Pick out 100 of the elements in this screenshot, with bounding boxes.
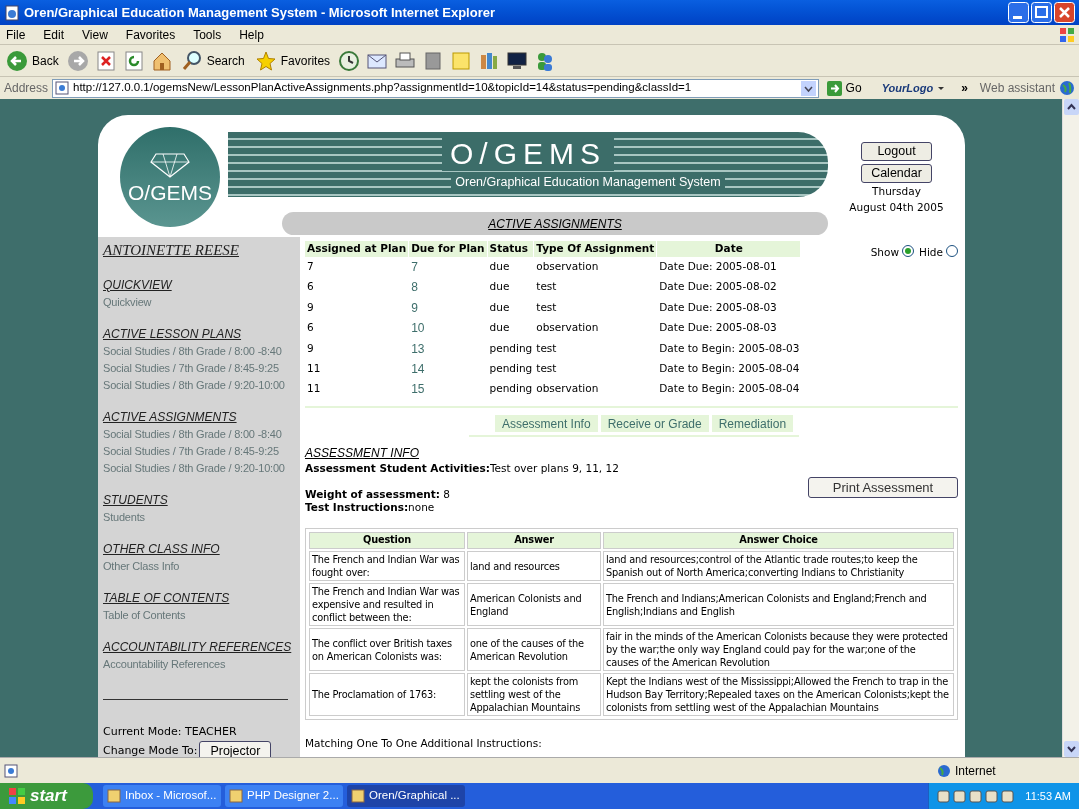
table-cell-text: Date to Begin: 2005-08-04 xyxy=(658,361,801,376)
subtab-link[interactable]: Assessment Info xyxy=(494,415,598,433)
taskbar-button[interactable]: Inbox - Microsof... xyxy=(103,785,221,807)
table-cell-text: 6 xyxy=(306,320,315,336)
table-cell: The Proclamation of 1763: xyxy=(309,673,465,717)
section-title: ACTIVE ASSIGNMENTS xyxy=(488,215,622,233)
table-cell: The French and Indians;American Colonists and England;French and English;Indians and English xyxy=(603,583,954,627)
page-icon xyxy=(4,763,18,778)
plan-link[interactable]: 9 xyxy=(409,297,488,318)
print-button[interactable]: Print Assessment xyxy=(808,477,958,499)
user-name: ANTOINETTE REESE xyxy=(103,241,240,260)
table-cell-text: 6 xyxy=(306,279,315,295)
subtab-link[interactable]: Receive or Grade xyxy=(600,415,709,433)
scroll-up-icon[interactable] xyxy=(1063,99,1079,115)
page-icon xyxy=(55,81,70,95)
sidebar-heading[interactable]: QUICKVIEW xyxy=(103,275,295,294)
column-header: Answer xyxy=(467,532,601,550)
projector-button[interactable]: Projector xyxy=(199,741,272,757)
sidebar-link[interactable]: Table of Contents xyxy=(103,606,186,624)
sidebar-link[interactable]: Social Studies / 7th Grade / 8:45-9:25 xyxy=(103,359,279,377)
table-cell-text: due xyxy=(488,279,511,295)
table-cell-text: 9 xyxy=(306,340,315,356)
table-cell-text: observation xyxy=(535,381,600,397)
table-cell-text: Date Due: 2005-08-01 xyxy=(658,259,778,275)
plan-link[interactable]: 13 xyxy=(409,338,488,359)
sidebar-link[interactable]: Social Studies / 8th Grade / 8:00 -8:40 xyxy=(103,425,282,443)
table-cell-text: test xyxy=(535,279,558,295)
sidebar-heading[interactable]: TABLE OF CONTENTS xyxy=(103,588,295,607)
scrollbar[interactable] xyxy=(1062,99,1079,757)
web-assistant-label[interactable]: Web assistant xyxy=(979,79,1055,97)
sidebar-link[interactable]: Social Studies / 8th Grade / 9:20-10:00 xyxy=(103,459,285,477)
address-field[interactable]: http://127.0.0.1/ogemsNew/LessonPlanActiveAssignments.php?assignmentId=10&topicId=14&status=pending&classId=1 xyxy=(52,78,819,98)
plan-link[interactable]: 14 xyxy=(409,358,488,380)
menu-item[interactable]: View xyxy=(80,25,110,44)
sidebar-heading[interactable]: ACTIVE ASSIGNMENTS xyxy=(103,407,295,426)
table-cell-text: Date Due: 2005-08-03 xyxy=(658,320,778,336)
table-cell-text: due xyxy=(488,320,511,336)
taskbar-button[interactable]: PHP Designer 2... xyxy=(225,785,343,807)
sidebar-link[interactable]: Social Studies / 8th Grade / 8:00 -8:40 xyxy=(103,342,282,360)
sidebar-link[interactable]: Other Class Info xyxy=(103,557,180,575)
clock-label: 11:53 AM xyxy=(1025,788,1071,804)
current-mode-label: Current Mode: TEACHER xyxy=(103,723,238,740)
logo-text: YourLogo xyxy=(881,80,934,96)
sidebar-link[interactable]: Social Studies / 7th Grade / 8:45-9:25 xyxy=(103,442,279,460)
taskbar-button[interactable]: Oren/Graphical ... xyxy=(347,785,465,807)
sidebar-heading[interactable]: ACCOUNTABILITY REFERENCES xyxy=(103,637,295,656)
table-cell-text: 11 xyxy=(306,381,322,397)
sidebar-heading[interactable]: OTHER CLASS INFO xyxy=(103,539,295,558)
plan-link[interactable]: 10 xyxy=(409,317,488,339)
table-cell: The French and Indian War was expensive and resulted in conflict between the: xyxy=(309,583,465,627)
table-cell-text: due xyxy=(488,299,511,315)
plan-link[interactable]: 15 xyxy=(409,379,488,400)
day-label: Thursday xyxy=(872,184,921,199)
plan-link[interactable]: 8 xyxy=(409,277,488,298)
header-button[interactable]: Calendar xyxy=(861,164,932,183)
table-cell-text: observation xyxy=(535,320,600,336)
menu-item[interactable]: File xyxy=(4,25,28,44)
table-cell: fair in the minds of the American Colonists because they were protected by the war;the only way England could pay for the war;one of the causes of the American Revolution xyxy=(603,628,954,672)
start-button[interactable]: start xyxy=(0,783,93,809)
date-label: August 04th 2005 xyxy=(849,199,944,215)
menu-item[interactable]: Edit xyxy=(41,25,67,44)
menu-item[interactable]: Favorites xyxy=(123,25,178,44)
favorites-button[interactable]: Favorites xyxy=(252,47,333,74)
table-cell-text: 9 xyxy=(306,299,315,315)
windows-flag-icon xyxy=(8,787,26,805)
diamond-icon xyxy=(150,151,190,178)
sidebar-heading[interactable]: STUDENTS xyxy=(103,490,295,509)
close-icon[interactable] xyxy=(1054,2,1075,23)
sidebar-link[interactable]: Social Studies / 8th Grade / 9:20-10:00 xyxy=(103,376,285,394)
sidebar-link[interactable]: Accountability References xyxy=(103,655,226,673)
subtab-link[interactable]: Remediation xyxy=(711,415,794,433)
monitor-icon[interactable] xyxy=(506,49,529,72)
scroll-down-icon[interactable] xyxy=(1063,741,1079,757)
refresh-icon[interactable] xyxy=(122,49,145,72)
search-icon xyxy=(180,49,203,72)
header-button[interactable]: Logout xyxy=(861,142,932,161)
maximize-icon[interactable] xyxy=(1031,2,1052,23)
minimize-icon[interactable] xyxy=(1008,2,1029,23)
chevron-button[interactable]: » xyxy=(961,79,968,97)
radio-button[interactable] xyxy=(946,245,958,257)
globe-icon xyxy=(937,763,951,778)
sidebar-link[interactable]: Quickview xyxy=(103,293,152,311)
instructions-text: Test Instructions:none xyxy=(305,501,436,515)
table-cell-text: 11 xyxy=(306,361,322,376)
dropdown-arrow-icon[interactable] xyxy=(937,84,946,92)
sidebar-heading[interactable]: ACTIVE LESSON PLANS xyxy=(103,324,295,343)
menu-item[interactable]: Tools xyxy=(191,25,224,44)
plan-link[interactable]: 7 xyxy=(409,256,488,278)
history-icon[interactable] xyxy=(338,49,361,72)
stop-icon[interactable] xyxy=(94,49,117,72)
radio-button[interactable] xyxy=(902,245,915,257)
menu-item[interactable]: Help xyxy=(237,25,266,44)
table-cell: The French and Indian War was fought over: xyxy=(309,551,465,582)
search-button[interactable]: Search xyxy=(178,47,247,74)
table-cell: land and resources;control of the Atlantic trade routes;to keep the Spanish out of North America;converting Indians to Christianity xyxy=(603,551,954,582)
go-button[interactable]: Go xyxy=(822,79,866,97)
sidebar-link[interactable]: Students xyxy=(103,508,145,526)
column-header: Question xyxy=(309,532,465,550)
go-arrow-icon xyxy=(826,80,842,96)
back-button[interactable]: Back xyxy=(4,47,61,74)
